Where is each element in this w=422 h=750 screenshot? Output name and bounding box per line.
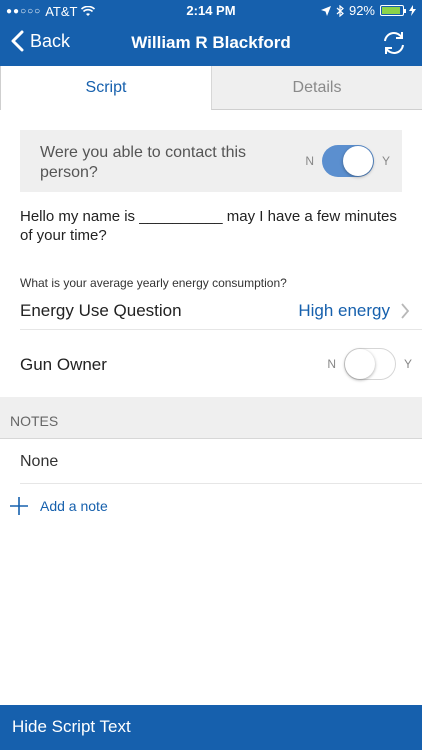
gun-owner-row: Gun Owner N Y <box>20 344 422 384</box>
gun-owner-label: Gun Owner <box>20 355 107 374</box>
top-bar: ●●○○○ AT&T 2:14 PM 92% Back William R Bl… <box>0 0 422 66</box>
add-note-label: Add a note <box>40 498 108 514</box>
hide-script-bar[interactable]: Hide Script Text <box>0 705 422 750</box>
contact-question-text: Were you able to contact this person? <box>40 144 247 181</box>
chevron-left-icon <box>11 30 24 52</box>
contact-question-card: Were you able to contact this person? N … <box>20 130 402 192</box>
page-title: William R Blackford <box>131 33 291 52</box>
back-button[interactable]: Back <box>10 30 70 52</box>
notes-section-header: NOTES <box>0 397 422 439</box>
gun-owner-toggle-group: N Y <box>327 348 412 380</box>
status-bar: ●●○○○ AT&T 2:14 PM 92% <box>0 0 422 22</box>
battery-fill <box>382 7 401 14</box>
contact-toggle-group: N Y <box>305 145 390 177</box>
gun-no-label: N <box>327 357 336 371</box>
bluetooth-icon <box>336 4 344 17</box>
chevron-right-icon <box>401 303 410 319</box>
battery-percent: 92% <box>348 3 375 18</box>
charging-bolt-icon <box>409 5 416 16</box>
hide-script-label: Hide Script Text <box>12 717 131 736</box>
plus-icon <box>10 497 28 515</box>
contact-yes-label: Y <box>381 154 390 168</box>
location-arrow-icon <box>320 5 331 16</box>
script-text: Hello my name is __________ may I have a… <box>20 208 397 244</box>
back-label: Back <box>30 30 71 51</box>
battery-icon <box>380 5 406 16</box>
notes-header-label: NOTES <box>10 413 59 429</box>
contact-toggle[interactable] <box>321 145 374 177</box>
note-item: None <box>20 440 422 484</box>
tab-details[interactable]: Details <box>211 66 422 110</box>
tab-script[interactable]: Script <box>0 66 211 110</box>
energy-prompt: What is your average yearly energy consu… <box>20 276 287 290</box>
toggle-knob <box>344 349 375 379</box>
navigation-bar: Back William R Blackford <box>0 22 422 66</box>
segmented-tabs: Script Details <box>0 66 422 110</box>
energy-question-label: Energy Use Question <box>20 301 182 320</box>
status-right: 92% <box>320 3 416 18</box>
note-item-text: None <box>20 453 59 470</box>
contact-no-label: N <box>305 154 314 168</box>
gun-owner-toggle[interactable] <box>343 348 396 380</box>
add-note-button[interactable]: Add a note <box>8 495 108 517</box>
energy-question-row[interactable]: Energy Use Question High energy <box>20 292 422 330</box>
toggle-knob <box>342 146 373 176</box>
energy-question-value: High energy <box>298 301 390 320</box>
gun-yes-label: Y <box>403 357 412 371</box>
refresh-icon[interactable] <box>380 29 408 57</box>
